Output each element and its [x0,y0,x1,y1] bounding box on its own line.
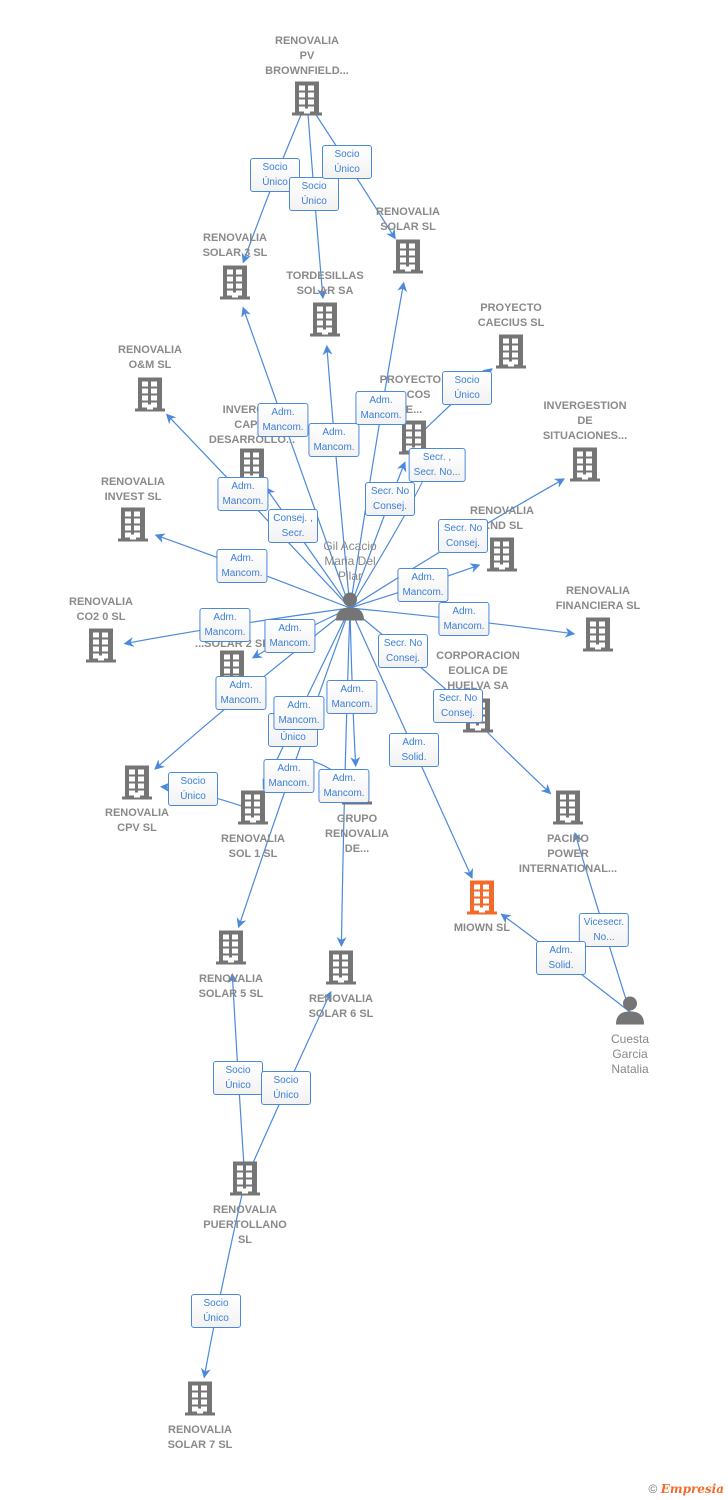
relation-label[interactable]: Socio Único [213,1061,263,1095]
node-label[interactable]: RENOVALIA SOL 1 SL [198,832,308,862]
node-gil[interactable]: Gil Acacio Maria Del Pilar [295,539,405,584]
relation-label[interactable]: Adm. Mancom. [438,602,490,636]
node-invsit[interactable]: INVERGESTION DE SITUACIONES... [530,399,640,444]
building-icon[interactable] [570,447,600,487]
node-co2[interactable]: RENOVALIA CO2 0 SL [46,595,156,625]
building-icon[interactable] [216,930,246,970]
building-icon[interactable] [238,790,268,830]
building-icon[interactable] [118,507,148,547]
relation-label[interactable]: Vicesecr. No... [578,913,630,947]
node-label[interactable]: RENOVALIA SOLAR SL [353,205,463,235]
copyright[interactable]: © Empresia [649,1482,724,1496]
relation-label[interactable]: Socio Único [442,371,492,405]
person-icon[interactable] [615,995,645,1030]
node-label[interactable]: TORDESILLAS SOLAR SA [270,269,380,299]
relation-label[interactable]: Adm. Solid. [389,733,439,767]
relation-label[interactable]: Adm. Mancom. [217,477,269,511]
node-solar6[interactable]: RENOVALIA SOLAR 6 SL [286,992,396,1022]
relation-label[interactable]: Secr. No Consej. [365,482,415,516]
building-icon[interactable] [496,334,526,374]
building-icon[interactable] [230,1161,260,1201]
node-label[interactable]: Gil Acacio Maria Del Pilar [295,539,405,584]
building-icon[interactable] [122,765,152,805]
node-fin[interactable]: RENOVALIA FINANCIERA SL [543,584,653,614]
relation-label[interactable]: Adm. Mancom. [263,759,315,793]
relation-label[interactable]: Adm. Solid. [536,941,586,975]
node-label[interactable]: CORPORACION EOLICA DE HUELVA SA [423,649,533,694]
relation-label[interactable]: Consej. , Secr. [268,509,318,543]
relation-label[interactable]: Adm. Mancom. [308,423,360,457]
relation-label[interactable]: Adm. Mancom. [264,619,316,653]
node-solar3[interactable]: RENOVALIA SOLAR 3 SL [180,231,290,261]
node-cpv[interactable]: RENOVALIA CPV SL [82,806,192,836]
node-label[interactable]: MIOWN SL [427,921,537,936]
building-icon[interactable] [393,239,423,279]
building-icon[interactable] [86,628,116,668]
relation-label[interactable]: Adm. Mancom. [326,680,378,714]
copyright-symbol: © [648,1482,658,1496]
relation-label[interactable]: Secr. , Secr. No... [408,448,466,482]
relation-label[interactable]: Socio Único [289,177,339,211]
building-icon[interactable] [326,950,356,990]
node-solar5[interactable]: RENOVALIA SOLAR 5 SL [176,972,286,1002]
building-icon[interactable] [487,537,517,577]
relation-label[interactable]: Secr. No Consej. [438,519,488,553]
node-solar7[interactable]: RENOVALIA SOLAR 7 SL [145,1423,255,1453]
node-label[interactable]: RENOVALIA CPV SL [82,806,192,836]
node-label[interactable]: PROYECTO CAECIUS SL [456,301,566,331]
relation-label[interactable]: Secr. No Consej. [378,634,428,668]
node-label[interactable]: RENOVALIA INVEST SL [78,475,188,505]
building-icon[interactable] [310,302,340,342]
node-label[interactable]: Cuesta Garcia Natalia [575,1032,685,1077]
node-label[interactable]: PACINO POWER INTERNATIONAL... [513,832,623,877]
relation-label[interactable]: Socio Único [191,1294,241,1328]
relation-label[interactable]: Adm. Mancom. [273,696,325,730]
node-solar[interactable]: RENOVALIA SOLAR SL [353,205,463,235]
node-label[interactable]: RENOVALIA SOLAR 5 SL [176,972,286,1002]
relation-label[interactable]: Adm. Mancom. [257,403,309,437]
building-icon[interactable] [467,880,497,920]
relation-label[interactable]: Adm. Mancom. [216,549,268,583]
node-miown[interactable]: MIOWN SL [427,921,537,936]
node-label[interactable]: INVERGESTION DE SITUACIONES... [530,399,640,444]
relation-label[interactable]: Adm. Mancom. [215,676,267,710]
building-icon[interactable] [583,617,613,657]
node-om[interactable]: RENOVALIA O&M SL [95,343,205,373]
node-label[interactable]: RENOVALIA PV BROWNFIELD... [252,34,362,79]
node-label[interactable]: RENOVALIA SOLAR 6 SL [286,992,396,1022]
relation-label[interactable]: Socio Único [261,1071,311,1105]
node-corp[interactable]: CORPORACION EOLICA DE HUELVA SA [423,649,533,694]
node-grupo[interactable]: GRUPO RENOVALIA DE... [302,812,412,857]
node-label[interactable]: RENOVALIA O&M SL [95,343,205,373]
node-label[interactable]: RENOVALIA CO2 0 SL [46,595,156,625]
node-puerto[interactable]: RENOVALIA PUERTOLLANO SL [190,1203,300,1248]
node-caecius[interactable]: PROYECTO CAECIUS SL [456,301,566,331]
building-icon[interactable] [553,790,583,830]
relation-label[interactable]: Socio Único [168,772,218,806]
building-icon[interactable] [185,1381,215,1421]
node-label[interactable]: RENOVALIA SOLAR 7 SL [145,1423,255,1453]
building-icon[interactable] [292,81,322,121]
node-label[interactable]: RENOVALIA FINANCIERA SL [543,584,653,614]
node-tord[interactable]: TORDESILLAS SOLAR SA [270,269,380,299]
relation-label[interactable]: Socio Único [322,145,372,179]
network-diagram: RENOVALIA PV BROWNFIELD... RENOVALIA SOLA… [0,0,728,1500]
building-icon[interactable] [135,377,165,417]
node-label[interactable]: RENOVALIA SOLAR 3 SL [180,231,290,261]
node-sol1[interactable]: RENOVALIA SOL 1 SL [198,832,308,862]
person-icon[interactable] [335,591,365,626]
node-pacino[interactable]: PACINO POWER INTERNATIONAL... [513,832,623,877]
node-label[interactable]: GRUPO RENOVALIA DE... [302,812,412,857]
node-invest[interactable]: RENOVALIA INVEST SL [78,475,188,505]
relation-label[interactable]: Adm. Mancom. [318,769,370,803]
node-pv[interactable]: RENOVALIA PV BROWNFIELD... [252,34,362,79]
brand-logo: Empresia [660,1482,724,1496]
node-label[interactable]: RENOVALIA PUERTOLLANO SL [190,1203,300,1248]
node-cuesta[interactable]: Cuesta Garcia Natalia [575,1032,685,1077]
building-icon[interactable] [220,265,250,305]
relation-label[interactable]: Adm. Mancom. [199,608,251,642]
relation-label[interactable]: Adm. Mancom. [355,391,407,425]
relation-label[interactable]: Adm. Mancom. [397,568,449,602]
relation-label[interactable]: Secr. No Consej. [433,689,483,723]
